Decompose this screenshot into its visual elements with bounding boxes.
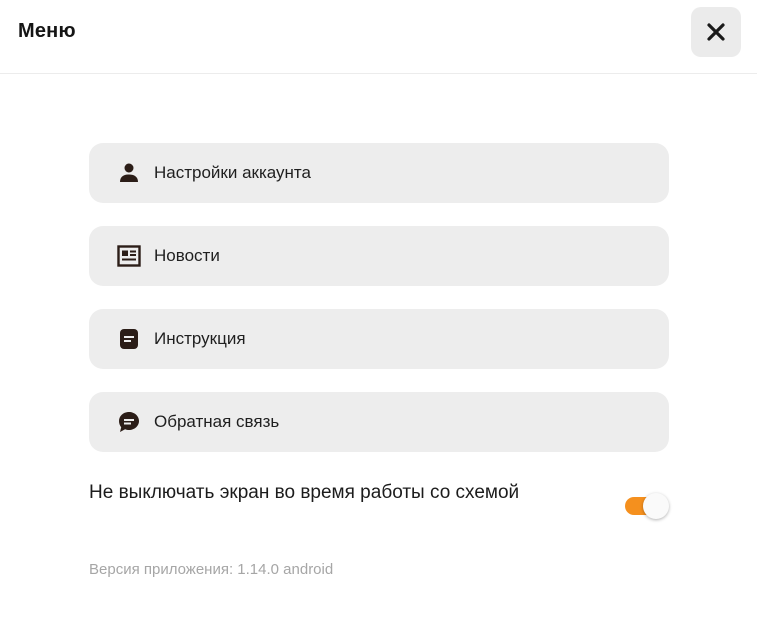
menu-item-label: Обратная связь	[154, 412, 280, 431]
menu-item-feedback[interactable]: Обратная связь	[89, 392, 669, 452]
document-icon	[117, 327, 141, 351]
menu-item-label: Настройки аккаунта	[154, 163, 311, 182]
keep-screen-on-label: Не выключать экран во время работы со сх…	[89, 482, 520, 503]
menu-item-label: Новости	[154, 246, 220, 265]
menu-item-account-settings[interactable]: Настройки аккаунта	[89, 143, 669, 203]
menu-item-news[interactable]: Новости	[89, 226, 669, 286]
chat-bubble-icon	[117, 410, 141, 434]
close-icon	[706, 22, 726, 42]
app-version: Версия приложения: 1.14.0 android	[89, 561, 334, 578]
newspaper-icon	[117, 244, 141, 268]
page-title: Меню	[18, 20, 76, 42]
user-icon	[117, 161, 141, 185]
header: Меню	[0, 0, 757, 74]
close-button[interactable]	[691, 7, 741, 57]
menu-item-guide[interactable]: Инструкция	[89, 309, 669, 369]
menu-item-label: Инструкция	[154, 329, 246, 348]
keep-screen-on-toggle[interactable]	[625, 493, 671, 519]
toggle-knob[interactable]	[643, 493, 669, 519]
